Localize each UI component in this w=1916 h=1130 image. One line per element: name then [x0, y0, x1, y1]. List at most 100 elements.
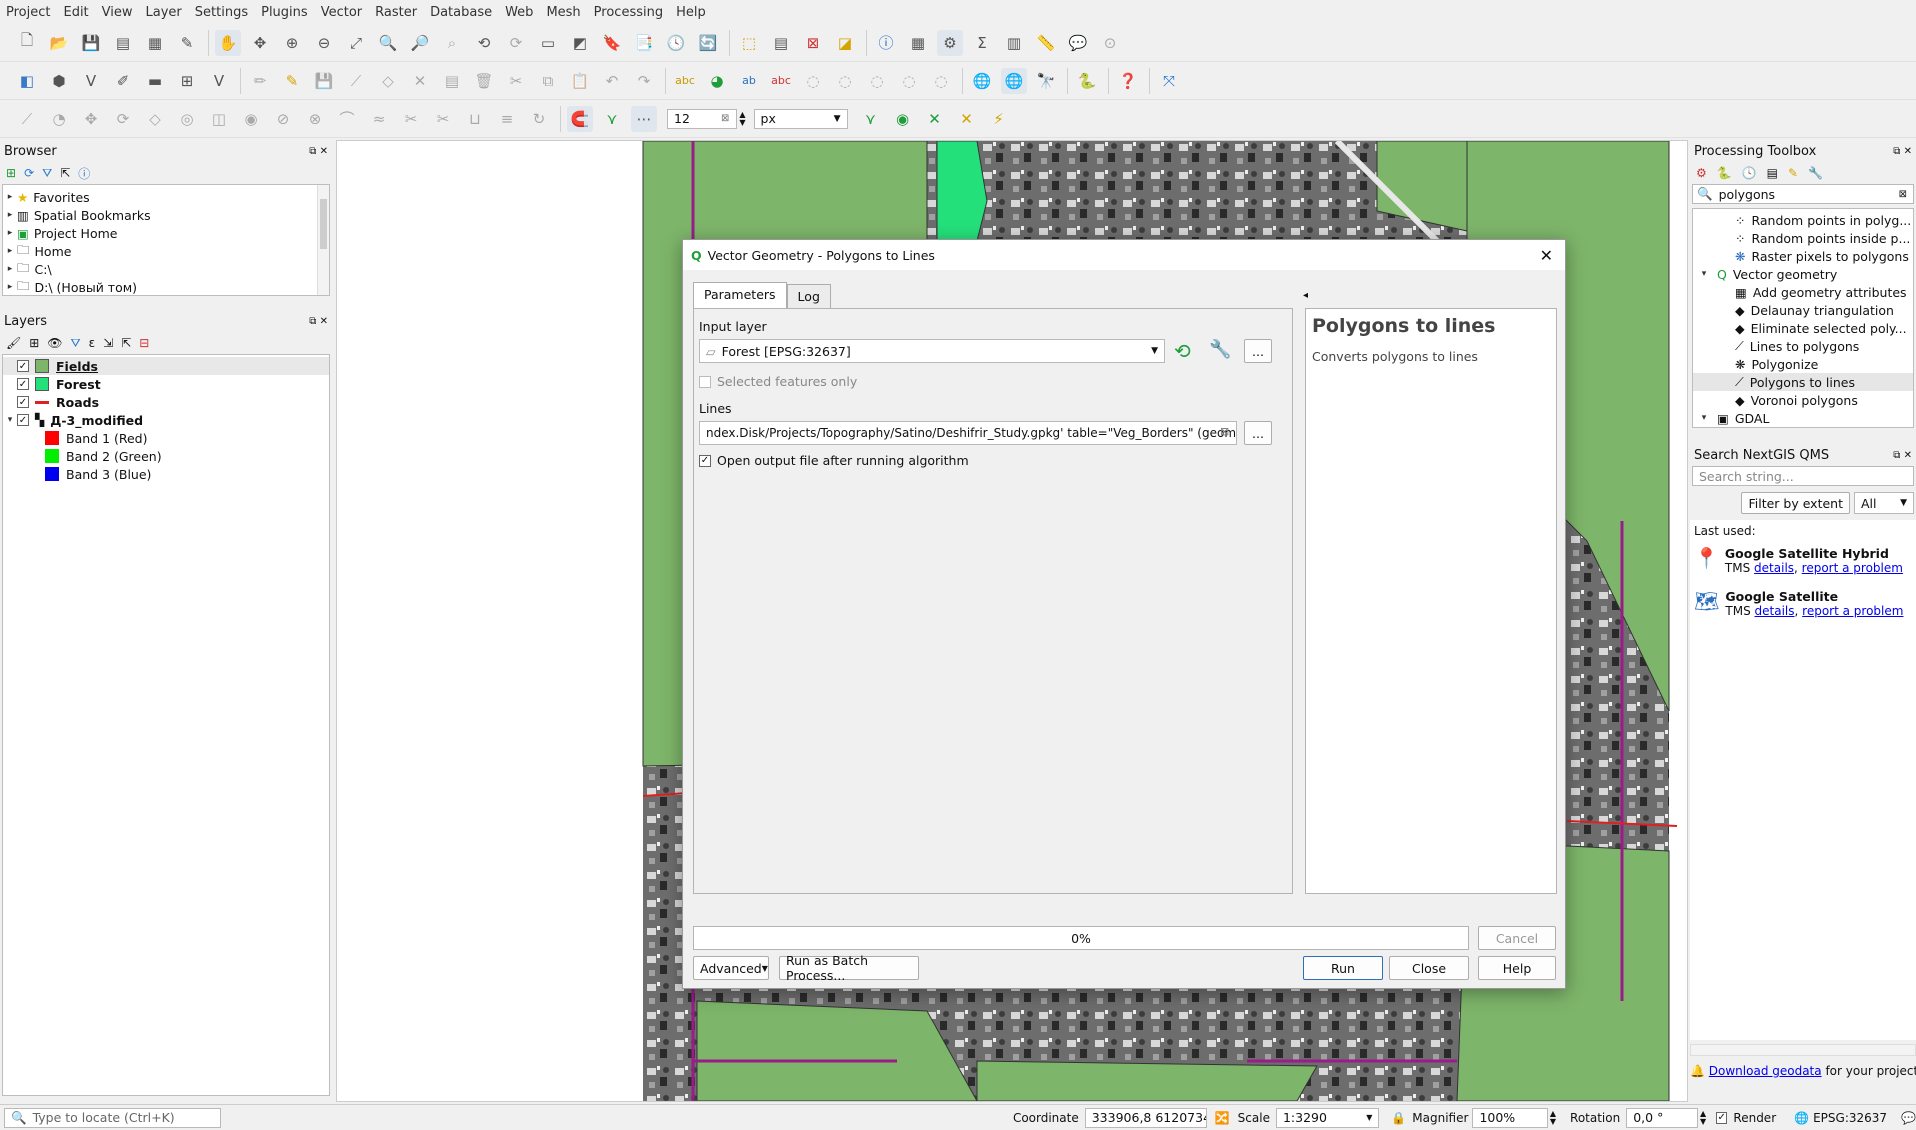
- advanced-digitize-icon[interactable]: ⟋: [14, 106, 40, 132]
- zoom-next-icon[interactable]: ⟳: [503, 30, 529, 56]
- toolbox-search-input[interactable]: 🔍 polygons ⊠: [1692, 184, 1914, 204]
- info-icon[interactable]: ⓘ: [78, 165, 90, 182]
- label-pin-icon[interactable]: abc: [768, 68, 794, 94]
- rotate-symbol-icon[interactable]: ↻: [526, 106, 552, 132]
- layer-roads[interactable]: ✓ Roads: [3, 393, 329, 411]
- add-virtual-layer-icon[interactable]: V: [206, 68, 232, 94]
- merge-attributes-icon[interactable]: ≡: [494, 106, 520, 132]
- merge-features-icon[interactable]: ⊔: [462, 106, 488, 132]
- new-geopackage-icon[interactable]: ⬢: [46, 68, 72, 94]
- digitize-icon[interactable]: ⟋: [343, 68, 369, 94]
- refresh-icon[interactable]: 🔄: [695, 30, 721, 56]
- crs-label[interactable]: EPSG:32637: [1813, 1111, 1887, 1125]
- algorithm-item[interactable]: ▦ Add geometry attributes: [1693, 283, 1913, 301]
- panel-float-close-icon[interactable]: ⧉ ✕: [1893, 450, 1912, 461]
- tracing-icon[interactable]: ⋎: [858, 106, 884, 132]
- models-icon[interactable]: ⚙: [1696, 166, 1707, 180]
- menu-plugins[interactable]: Plugins: [261, 5, 308, 20]
- add-ring-icon[interactable]: ◎: [174, 106, 200, 132]
- deselect-icon[interactable]: ⊠: [800, 30, 826, 56]
- algorithm-item[interactable]: ❋ Raster pixels to polygons: [1693, 247, 1913, 265]
- offset-curve-icon[interactable]: ≈: [366, 106, 392, 132]
- snapping-type-icon[interactable]: ⋯: [631, 105, 657, 132]
- download-link[interactable]: Download geodata: [1709, 1064, 1822, 1078]
- scripts-icon[interactable]: 🐍: [1717, 166, 1732, 180]
- scale-select[interactable]: 1:3290 ▼: [1275, 1107, 1380, 1128]
- details-link[interactable]: details: [1755, 604, 1795, 618]
- tab-parameters[interactable]: Parameters: [693, 282, 787, 308]
- style-manager-icon[interactable]: ✎: [174, 30, 200, 56]
- snap-unit-select[interactable]: px ▼: [753, 108, 848, 129]
- simplify-icon[interactable]: ◇: [142, 106, 168, 132]
- group-gdal[interactable]: ▾ ▣ GDAL: [1693, 409, 1913, 427]
- add-mesh-icon[interactable]: ⊞: [174, 68, 200, 94]
- layer-forest[interactable]: ✓ Forest: [3, 375, 329, 393]
- label-icon[interactable]: abc: [672, 68, 698, 94]
- layer-visibility-checkbox[interactable]: ✓: [17, 396, 29, 408]
- tab-log[interactable]: Log: [786, 284, 831, 308]
- selected-only-checkbox[interactable]: [699, 375, 711, 388]
- vertex-tool-icon[interactable]: ✕: [407, 68, 433, 94]
- modify-attributes-icon[interactable]: ▤: [439, 68, 465, 94]
- new-project-icon[interactable]: 🗋: [14, 30, 40, 56]
- coordinate-input[interactable]: 333906,8 6120734,9: [1084, 1107, 1207, 1128]
- group-vector-geometry[interactable]: ▾ Q Vector geometry: [1693, 265, 1913, 283]
- edit-features-icon[interactable]: ✎: [1788, 166, 1798, 180]
- reshape-icon[interactable]: ⌒: [334, 106, 360, 132]
- processing-toolbox-icon[interactable]: ⚙: [937, 29, 963, 56]
- render-checkbox[interactable]: ✓: [1716, 1111, 1728, 1124]
- filter-expression-icon[interactable]: ε: [89, 336, 96, 350]
- save-project-icon[interactable]: 💾: [78, 30, 104, 56]
- collapse-all-icon[interactable]: ⇱: [121, 336, 131, 350]
- manage-themes-icon[interactable]: 👁: [47, 336, 62, 350]
- browser-scrollbar[interactable]: [317, 185, 329, 295]
- algorithm-item-selected[interactable]: ⟋ Polygons to lines: [1693, 373, 1913, 391]
- snap-tolerance-spinner-icon[interactable]: ▲ ▼: [739, 110, 745, 127]
- report-link[interactable]: report a problem: [1802, 604, 1903, 618]
- browser-item-c-drive[interactable]: ▸ 🗀 C:\: [3, 260, 329, 278]
- delete-ring-icon[interactable]: ⊘: [270, 106, 296, 132]
- attribute-table-icon[interactable]: ▦: [905, 30, 931, 56]
- menu-database[interactable]: Database: [430, 5, 492, 20]
- zoom-full-icon[interactable]: ⤢: [343, 30, 369, 56]
- save-edits-icon[interactable]: 💾: [311, 68, 337, 94]
- measure-icon[interactable]: 📏: [1033, 30, 1059, 56]
- menu-processing[interactable]: Processing: [594, 5, 663, 20]
- lines-browse-button[interactable]: ...: [1244, 421, 1272, 445]
- qms-icon[interactable]: 🌐: [969, 68, 995, 94]
- change-label-icon[interactable]: ◌: [896, 68, 922, 94]
- refresh-icon[interactable]: ⟳: [24, 166, 34, 180]
- new-3d-view-icon[interactable]: ◩: [567, 30, 593, 56]
- snapping-icon[interactable]: 🧲: [567, 105, 593, 132]
- pan-to-selection-icon[interactable]: ✥: [247, 30, 273, 56]
- menu-raster[interactable]: Raster: [375, 5, 417, 20]
- results-icon[interactable]: ▤: [1767, 166, 1778, 180]
- wrench-icon[interactable]: 🔧: [1209, 339, 1231, 360]
- snap-tolerance-clear-icon[interactable]: ⊠: [721, 113, 729, 124]
- expand-all-icon[interactable]: ⇲: [103, 336, 113, 350]
- zoom-native-icon[interactable]: ⌕: [439, 30, 465, 56]
- topological-editing-icon[interactable]: ◉: [890, 106, 916, 132]
- add-vector-icon[interactable]: V: [78, 68, 104, 94]
- algorithm-item[interactable]: ⟋ Lines to polygons: [1693, 337, 1913, 355]
- collapse-all-icon[interactable]: ⇱: [60, 166, 70, 180]
- add-feature-icon[interactable]: ◇: [375, 68, 401, 94]
- menu-edit[interactable]: Edit: [63, 5, 88, 20]
- crs-icon[interactable]: 🌐: [1794, 1111, 1809, 1125]
- history-icon[interactable]: 🕓: [1742, 166, 1757, 180]
- layout-manager-icon[interactable]: ▦: [142, 30, 168, 56]
- layer-fields[interactable]: ✓ Fields: [3, 357, 329, 375]
- menu-mesh[interactable]: Mesh: [546, 5, 580, 20]
- qms-search-input[interactable]: Search string...: [1692, 466, 1914, 486]
- select-by-location-icon[interactable]: ◪: [832, 30, 858, 56]
- paste-icon[interactable]: 📋: [567, 68, 593, 94]
- rotation-spinner-icon[interactable]: ▲ ▼: [1700, 1109, 1706, 1126]
- cut-icon[interactable]: ✂: [503, 68, 529, 94]
- edit-layer-icon[interactable]: ✏: [247, 68, 273, 94]
- input-browse-button[interactable]: ...: [1244, 339, 1272, 363]
- locator-input[interactable]: 🔍 Type to locate (Ctrl+K): [4, 1107, 221, 1128]
- extents-toggle-icon[interactable]: 🔀: [1215, 1111, 1230, 1125]
- python-console-icon[interactable]: 🐍: [1074, 68, 1100, 94]
- messages-icon[interactable]: 💬: [1901, 1111, 1916, 1125]
- delete-feature-icon[interactable]: 🗑: [471, 68, 497, 94]
